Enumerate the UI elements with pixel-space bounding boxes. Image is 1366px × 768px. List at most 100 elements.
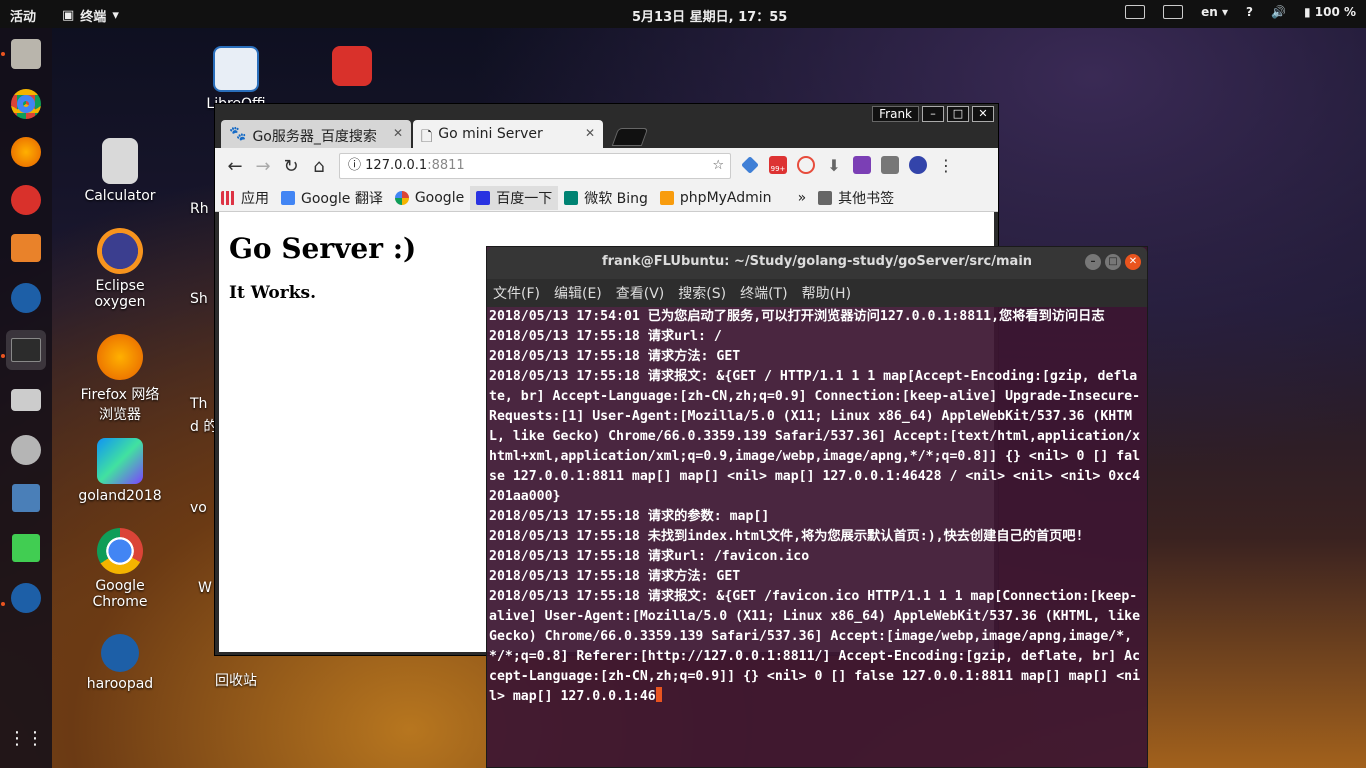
- running-indicator: [1, 354, 5, 358]
- app-menu-label: 终端: [80, 10, 107, 25]
- bookmark-google[interactable]: Google: [389, 186, 470, 210]
- calculator-icon: [102, 138, 138, 184]
- extension-icon[interactable]: [741, 156, 759, 174]
- activities-button[interactable]: 活动: [10, 6, 36, 25]
- close-icon[interactable]: ✕: [1125, 254, 1141, 270]
- volume-icon[interactable]: 🔊: [1271, 5, 1286, 19]
- firefox-icon[interactable]: [6, 132, 46, 172]
- software-center-icon[interactable]: [6, 228, 46, 268]
- image-viewer-icon[interactable]: [6, 478, 46, 518]
- bookmark-star-icon[interactable]: ☆: [712, 154, 724, 178]
- terminal-window-controls: – □ ✕: [1085, 254, 1141, 270]
- phpmyadmin-icon: [659, 190, 674, 205]
- bookmark-label: Google 翻译: [301, 190, 383, 207]
- haroopad-icon[interactable]: [6, 278, 46, 318]
- app-menu[interactable]: ▣ 终端 ▾: [62, 6, 119, 25]
- bookmark-label: 其他书签: [838, 190, 895, 207]
- language-label: en: [1201, 5, 1218, 19]
- terminal-output-area[interactable]: 2018/05/13 17:54:01 已为您启动了服务,可以打开浏览器访问12…: [487, 307, 1147, 767]
- infinity-extension-icon[interactable]: [797, 156, 815, 174]
- profile-button[interactable]: Frank: [872, 106, 919, 122]
- browser-toolbar: ← → ↻ ⌂ ⓘ 127.0.0.1:8811 ☆ 99+ ⬇ ⋮: [215, 148, 998, 184]
- clock[interactable]: 5月13日 星期日, 17：55: [632, 6, 787, 25]
- language-indicator[interactable]: en ▾: [1201, 5, 1228, 19]
- firefox-icon: [97, 334, 143, 380]
- info-icon[interactable]: ⓘ: [348, 158, 361, 173]
- terminal-icon[interactable]: [6, 330, 46, 370]
- url-port: :8811: [427, 158, 465, 173]
- qt-creator-icon[interactable]: [6, 528, 46, 568]
- extension-badge: 99+: [770, 165, 786, 173]
- goland-desktop-icon[interactable]: goland2018: [78, 438, 162, 504]
- close-icon[interactable]: ✕: [972, 106, 994, 122]
- minimize-icon[interactable]: –: [922, 106, 944, 122]
- keyboard-layout-icon[interactable]: [1163, 5, 1184, 19]
- menu-edit[interactable]: 编辑(E): [554, 283, 602, 303]
- back-icon[interactable]: ←: [221, 156, 249, 177]
- bookmark-phpmyadmin[interactable]: phpMyAdmin: [654, 186, 778, 210]
- running-indicator: [1, 52, 5, 56]
- bookmark-google-translate[interactable]: Google 翻译: [275, 186, 389, 210]
- bookmark-baidu[interactable]: 百度一下: [470, 185, 559, 210]
- new-tab-button[interactable]: [611, 128, 649, 146]
- maximize-icon[interactable]: □: [947, 106, 969, 122]
- goland-label: goland2018: [78, 488, 162, 504]
- trash-desktop-icon[interactable]: 回收站: [194, 670, 278, 690]
- haroopad-desktop-icon[interactable]: haroopad: [78, 634, 162, 692]
- close-tab-icon[interactable]: ✕: [393, 126, 403, 140]
- menu-help[interactable]: 帮助(H): [802, 283, 851, 303]
- haroopad-icon: [101, 634, 139, 672]
- bookmark-apps[interactable]: 应用: [215, 186, 275, 210]
- terminal-menubar: 文件(F) 编辑(E) 查看(V) 搜索(S) 终端(T) 帮助(H): [487, 279, 1147, 307]
- baidu-favicon-icon: 🐾: [229, 126, 247, 142]
- tab-label: Go服务器_百度搜索: [252, 129, 377, 145]
- chrome-icon[interactable]: [6, 84, 46, 124]
- minimize-icon[interactable]: –: [1085, 254, 1101, 270]
- netease-music-icon[interactable]: [6, 180, 46, 220]
- chrome-desktop-icon[interactable]: Google Chrome: [78, 528, 162, 610]
- eclipse-desktop-icon[interactable]: Eclipse oxygen: [78, 228, 162, 310]
- menu-file[interactable]: 文件(F): [493, 283, 540, 303]
- more-bookmarks-button[interactable]: »: [792, 186, 813, 210]
- baidu-icon: [476, 190, 491, 205]
- calculator-desktop-icon[interactable]: Calculator: [78, 138, 162, 204]
- extension-badge-icon[interactable]: 99+: [769, 156, 787, 174]
- home-icon[interactable]: ⌂: [305, 156, 333, 177]
- reload-icon[interactable]: ↻: [277, 156, 305, 177]
- other-bookmarks[interactable]: 其他书签: [812, 186, 900, 210]
- menu-icon[interactable]: ⋮: [937, 156, 955, 175]
- show-apps-icon[interactable]: ⋮⋮: [6, 718, 46, 758]
- close-tab-icon[interactable]: ✕: [585, 126, 595, 140]
- apps-grid-icon: [221, 190, 235, 205]
- save-extension-icon[interactable]: [881, 156, 899, 174]
- battery-indicator[interactable]: ▮ 100 %: [1304, 5, 1356, 19]
- menu-view[interactable]: 查看(V): [616, 283, 665, 303]
- camera-icon[interactable]: [6, 380, 46, 420]
- onenote-extension-icon[interactable]: [853, 156, 871, 174]
- firefox-desktop-icon[interactable]: Firefox 网络浏览器: [78, 334, 162, 424]
- download-extension-icon[interactable]: ⬇: [825, 156, 843, 175]
- address-bar[interactable]: ⓘ 127.0.0.1:8811 ☆: [339, 153, 731, 179]
- haroopad-icon[interactable]: [6, 578, 46, 618]
- url-host: 127.0.0.1: [365, 158, 428, 173]
- maximize-icon[interactable]: □: [1105, 254, 1121, 270]
- files-icon[interactable]: [6, 34, 46, 74]
- settings-icon[interactable]: [6, 430, 46, 470]
- terminal-icon: ▣: [62, 8, 75, 23]
- terminal-titlebar[interactable]: frank@FLUbuntu: ~/Study/golang-study/goS…: [487, 247, 1147, 279]
- help-icon[interactable]: ?: [1246, 5, 1253, 19]
- document-icon: [213, 46, 259, 92]
- keyboard-icon[interactable]: [1125, 5, 1146, 19]
- netease-music-icon: [332, 46, 372, 86]
- forward-icon[interactable]: →: [249, 156, 277, 177]
- google-icon: [394, 190, 409, 205]
- bookmark-label: 应用: [241, 190, 269, 207]
- menu-terminal[interactable]: 终端(T): [740, 283, 787, 303]
- extensions: 99+ ⬇ ⋮: [741, 156, 955, 175]
- k-extension-icon[interactable]: [909, 156, 927, 174]
- tab-baidu-search[interactable]: 🐾 Go服务器_百度搜索 ✕: [221, 120, 411, 148]
- netease-desktop-icon[interactable]: [310, 46, 394, 90]
- menu-search[interactable]: 搜索(S): [678, 283, 726, 303]
- bookmark-bing[interactable]: 微软 Bing: [558, 186, 654, 210]
- tab-go-mini-server[interactable]: 🗋 Go mini Server ✕: [413, 120, 603, 148]
